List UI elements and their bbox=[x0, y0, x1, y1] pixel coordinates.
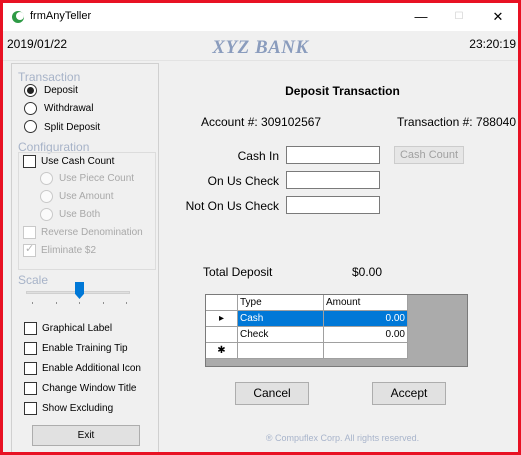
grid-new-row-amount[interactable] bbox=[324, 343, 408, 359]
accept-button[interactable]: Accept bbox=[372, 382, 446, 405]
copyright-notice: ® Compuflex Corp. All rights reserved. bbox=[265, 433, 420, 443]
split-deposit-label: Split Deposit bbox=[44, 122, 101, 133]
transaction-number: Transaction #: 788040 bbox=[397, 115, 516, 129]
withdrawal-label: Withdrawal bbox=[44, 103, 94, 114]
graphical-label-checkbox[interactable] bbox=[24, 322, 37, 335]
on-us-check-input[interactable] bbox=[286, 171, 380, 189]
show-excluding-label: Show Excluding bbox=[42, 403, 114, 414]
deposit-radio[interactable] bbox=[24, 84, 37, 97]
enable-training-tip-label: Enable Training Tip bbox=[42, 343, 128, 354]
cash-in-input[interactable] bbox=[286, 146, 380, 164]
app-window: frmAnyTeller — ☐ ✕ 2019/01/22 XYZ BANK 2… bbox=[0, 0, 521, 455]
account-number: Account #: 309102567 bbox=[201, 115, 322, 129]
use-piece-count-radio[interactable] bbox=[40, 172, 53, 185]
grid-new-row-marker[interactable]: ✱ bbox=[206, 343, 238, 359]
scale-tick bbox=[79, 302, 80, 304]
split-deposit-radio[interactable] bbox=[24, 120, 37, 133]
enable-additional-icon-checkbox[interactable] bbox=[24, 362, 37, 375]
show-excluding-checkbox[interactable] bbox=[24, 402, 37, 415]
scale-tick bbox=[56, 302, 57, 304]
reverse-denomination-checkbox[interactable] bbox=[23, 226, 36, 239]
page-title: Deposit Transaction bbox=[285, 84, 400, 98]
scale-section-title: Scale bbox=[18, 273, 49, 287]
scale-tick bbox=[32, 302, 33, 304]
minimize-button[interactable]: — bbox=[406, 7, 436, 27]
header-bar: 2019/01/22 XYZ BANK 23:20:19 bbox=[3, 31, 518, 61]
cash-in-label: Cash In bbox=[237, 149, 279, 163]
scale-tick bbox=[126, 302, 127, 304]
grid-header-amount[interactable]: Amount bbox=[324, 295, 408, 311]
cash-count-button[interactable]: Cash Count bbox=[394, 146, 464, 164]
maximize-button[interactable]: ☐ bbox=[444, 7, 474, 27]
use-both-radio[interactable] bbox=[40, 208, 53, 221]
exit-button[interactable]: Exit bbox=[32, 425, 140, 446]
grid-cell-type[interactable]: Check bbox=[238, 327, 324, 343]
grid-corner-header bbox=[206, 295, 238, 311]
grid-row-marker[interactable] bbox=[206, 327, 238, 343]
reverse-denomination-label: Reverse Denomination bbox=[41, 227, 143, 238]
total-deposit-label: Total Deposit bbox=[203, 265, 273, 279]
use-amount-radio[interactable] bbox=[40, 190, 53, 203]
change-window-title-label: Change Window Title bbox=[42, 383, 137, 394]
grid-cell-amount[interactable]: 0.00 bbox=[324, 327, 408, 343]
grid-row-marker[interactable]: ▸ bbox=[206, 311, 238, 327]
use-amount-label: Use Amount bbox=[59, 191, 114, 202]
enable-additional-icon-label: Enable Additional Icon bbox=[42, 363, 141, 374]
cancel-button[interactable]: Cancel bbox=[235, 382, 309, 405]
close-button[interactable]: ✕ bbox=[483, 7, 513, 27]
use-cash-count-label: Use Cash Count bbox=[41, 156, 115, 167]
on-us-check-label: On Us Check bbox=[207, 174, 279, 188]
not-on-us-check-input[interactable] bbox=[286, 196, 380, 214]
sidebar-panel: Transaction Deposit Withdrawal Split Dep… bbox=[11, 63, 159, 452]
use-piece-count-label: Use Piece Count bbox=[59, 173, 135, 184]
graphical-label-label: Graphical Label bbox=[42, 323, 113, 334]
transaction-section-title: Transaction bbox=[18, 70, 81, 84]
withdrawal-radio[interactable] bbox=[24, 102, 37, 115]
grid-cell-type[interactable]: Cash bbox=[238, 311, 324, 327]
total-deposit-value: $0.00 bbox=[352, 265, 383, 279]
app-icon bbox=[12, 11, 24, 23]
enable-training-tip-checkbox[interactable] bbox=[24, 342, 37, 355]
eliminate-2-checkbox[interactable] bbox=[23, 242, 36, 257]
bank-name: XYZ BANK bbox=[212, 37, 309, 58]
change-window-title-checkbox[interactable] bbox=[24, 382, 37, 395]
grid-cell-amount[interactable]: 0.00 bbox=[324, 311, 408, 327]
scale-tick bbox=[103, 302, 104, 304]
scale-slider-thumb[interactable] bbox=[75, 282, 84, 299]
title-bar[interactable]: frmAnyTeller — ☐ ✕ bbox=[3, 3, 518, 31]
time-display: 23:20:19 bbox=[469, 37, 516, 51]
use-both-label: Use Both bbox=[59, 209, 101, 220]
use-cash-count-checkbox[interactable] bbox=[23, 155, 36, 168]
deposit-grid[interactable]: Type Amount ▸ Cash 0.00 Check 0.00 ✱ bbox=[205, 294, 468, 367]
deposit-label: Deposit bbox=[44, 85, 78, 96]
eliminate-2-label: Eliminate $2 bbox=[41, 245, 97, 256]
window-title: frmAnyTeller bbox=[30, 10, 92, 22]
grid-header-type[interactable]: Type bbox=[238, 295, 324, 311]
deposit-panel: Deposit Transaction Account #: 309102567… bbox=[167, 63, 518, 452]
grid-new-row-type[interactable] bbox=[238, 343, 324, 359]
not-on-us-check-label: Not On Us Check bbox=[185, 199, 279, 213]
